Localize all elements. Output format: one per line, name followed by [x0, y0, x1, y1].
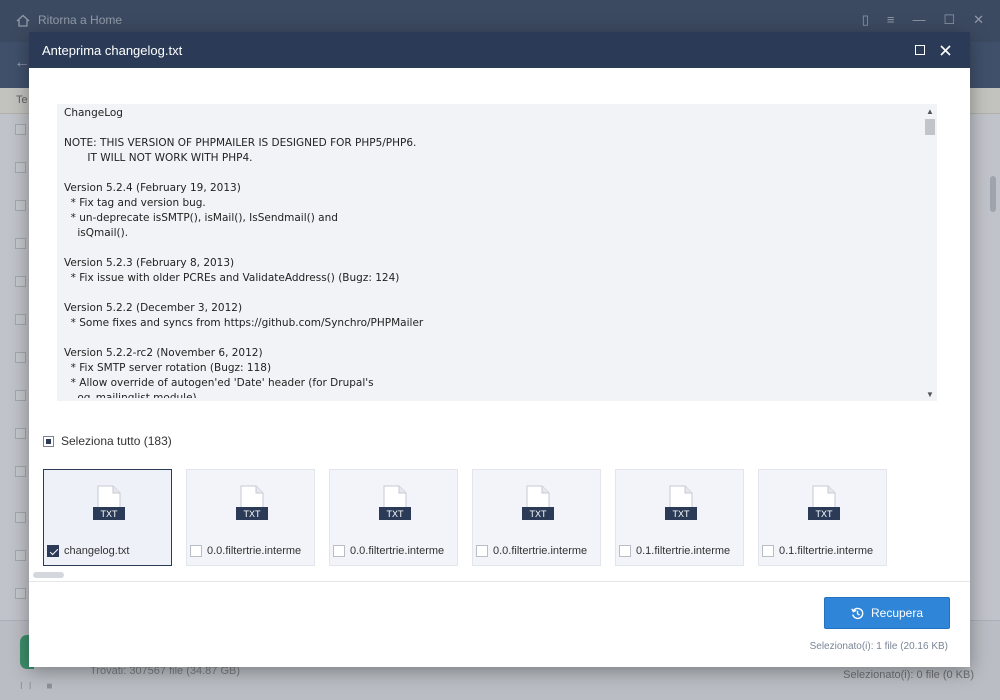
file-badge: TXT — [101, 509, 119, 519]
file-checkbox[interactable] — [619, 545, 631, 557]
maximize-button[interactable] — [911, 41, 929, 59]
file-checkbox[interactable] — [333, 545, 345, 557]
txt-file-icon: TXT — [808, 485, 840, 520]
file-preview-pane[interactable]: ChangeLog NOTE: THIS VERSION OF PHPMAILE… — [57, 104, 937, 401]
thumbnail-scrollbar[interactable] — [33, 572, 64, 578]
preview-text: ChangeLog NOTE: THIS VERSION OF PHPMAILE… — [64, 107, 424, 398]
file-thumbnail-label: 0.0.filtertrie.interme — [333, 545, 455, 557]
file-thumbnail[interactable]: TXT 0.0.filtertrie.interme — [329, 469, 458, 566]
preview-dialog: Anteprima changelog.txt ChangeLog NOTE: … — [29, 32, 970, 667]
scroll-thumb[interactable] — [925, 119, 935, 135]
dialog-title: Anteprima changelog.txt — [42, 43, 183, 58]
file-checkbox[interactable] — [762, 545, 774, 557]
file-thumbnail-label: 0.0.filtertrie.interme — [190, 545, 312, 557]
file-name: 0.1.filtertrie.interme — [636, 545, 731, 557]
txt-file-icon: TXT — [236, 485, 268, 520]
file-thumbnail[interactable]: TXT 0.0.filtertrie.interme — [472, 469, 601, 566]
file-checkbox[interactable] — [47, 545, 59, 557]
select-all-label: Seleziona tutto (183) — [61, 434, 172, 448]
file-thumbnail-label: 0.1.filtertrie.interme — [619, 545, 741, 557]
file-thumbnail-label: 0.0.filtertrie.interme — [476, 545, 598, 557]
file-name: changelog.txt — [64, 545, 130, 557]
txt-file-icon: TXT — [93, 485, 125, 520]
selected-info: Selezionato(i): 1 file (20.16 KB) — [809, 641, 948, 652]
file-thumbnail[interactable]: TXT 0.1.filtertrie.interme — [615, 469, 744, 566]
close-button[interactable] — [936, 41, 954, 59]
scroll-up-icon[interactable]: ▲ — [923, 104, 937, 118]
file-thumbnail[interactable]: TXT 0.1.filtertrie.interme — [758, 469, 887, 566]
file-thumbnail-label: changelog.txt — [47, 545, 169, 557]
file-thumbnail-label: 0.1.filtertrie.interme — [762, 545, 884, 557]
recover-button[interactable]: Recupera — [824, 597, 950, 629]
scroll-down-icon[interactable]: ▼ — [923, 387, 937, 401]
divider — [29, 581, 970, 582]
file-badge: TXT — [387, 509, 405, 519]
file-thumbnail[interactable]: TXT 0.0.filtertrie.interme — [186, 469, 315, 566]
file-name: 0.0.filtertrie.interme — [207, 545, 302, 557]
maximize-icon — [915, 45, 925, 55]
file-name: 0.0.filtertrie.interme — [493, 545, 588, 557]
txt-file-icon: TXT — [522, 485, 554, 520]
file-checkbox[interactable] — [190, 545, 202, 557]
recover-label: Recupera — [870, 606, 924, 620]
select-all-box[interactable] — [43, 435, 54, 447]
file-name: 0.0.filtertrie.interme — [350, 545, 445, 557]
file-badge: TXT — [673, 509, 691, 519]
recover-icon — [851, 607, 864, 619]
dialog-header: Anteprima changelog.txt — [29, 32, 970, 68]
file-badge: TXT — [244, 509, 262, 519]
preview-scrollbar[interactable]: ▲ ▼ — [923, 104, 937, 401]
file-checkbox[interactable] — [476, 545, 488, 557]
txt-file-icon: TXT — [665, 485, 697, 520]
file-badge: TXT — [816, 509, 834, 519]
file-thumbnail[interactable]: TXT changelog.txt — [43, 469, 172, 566]
file-name: 0.1.filtertrie.interme — [779, 545, 874, 557]
file-thumbnail-strip: TXT changelog.txt TXT 0.0.filtertrie.interm… — [43, 469, 887, 566]
txt-file-icon: TXT — [379, 485, 411, 520]
close-icon — [939, 44, 951, 56]
file-badge: TXT — [530, 509, 548, 519]
select-all-checkbox[interactable]: Seleziona tutto (183) — [43, 434, 172, 448]
